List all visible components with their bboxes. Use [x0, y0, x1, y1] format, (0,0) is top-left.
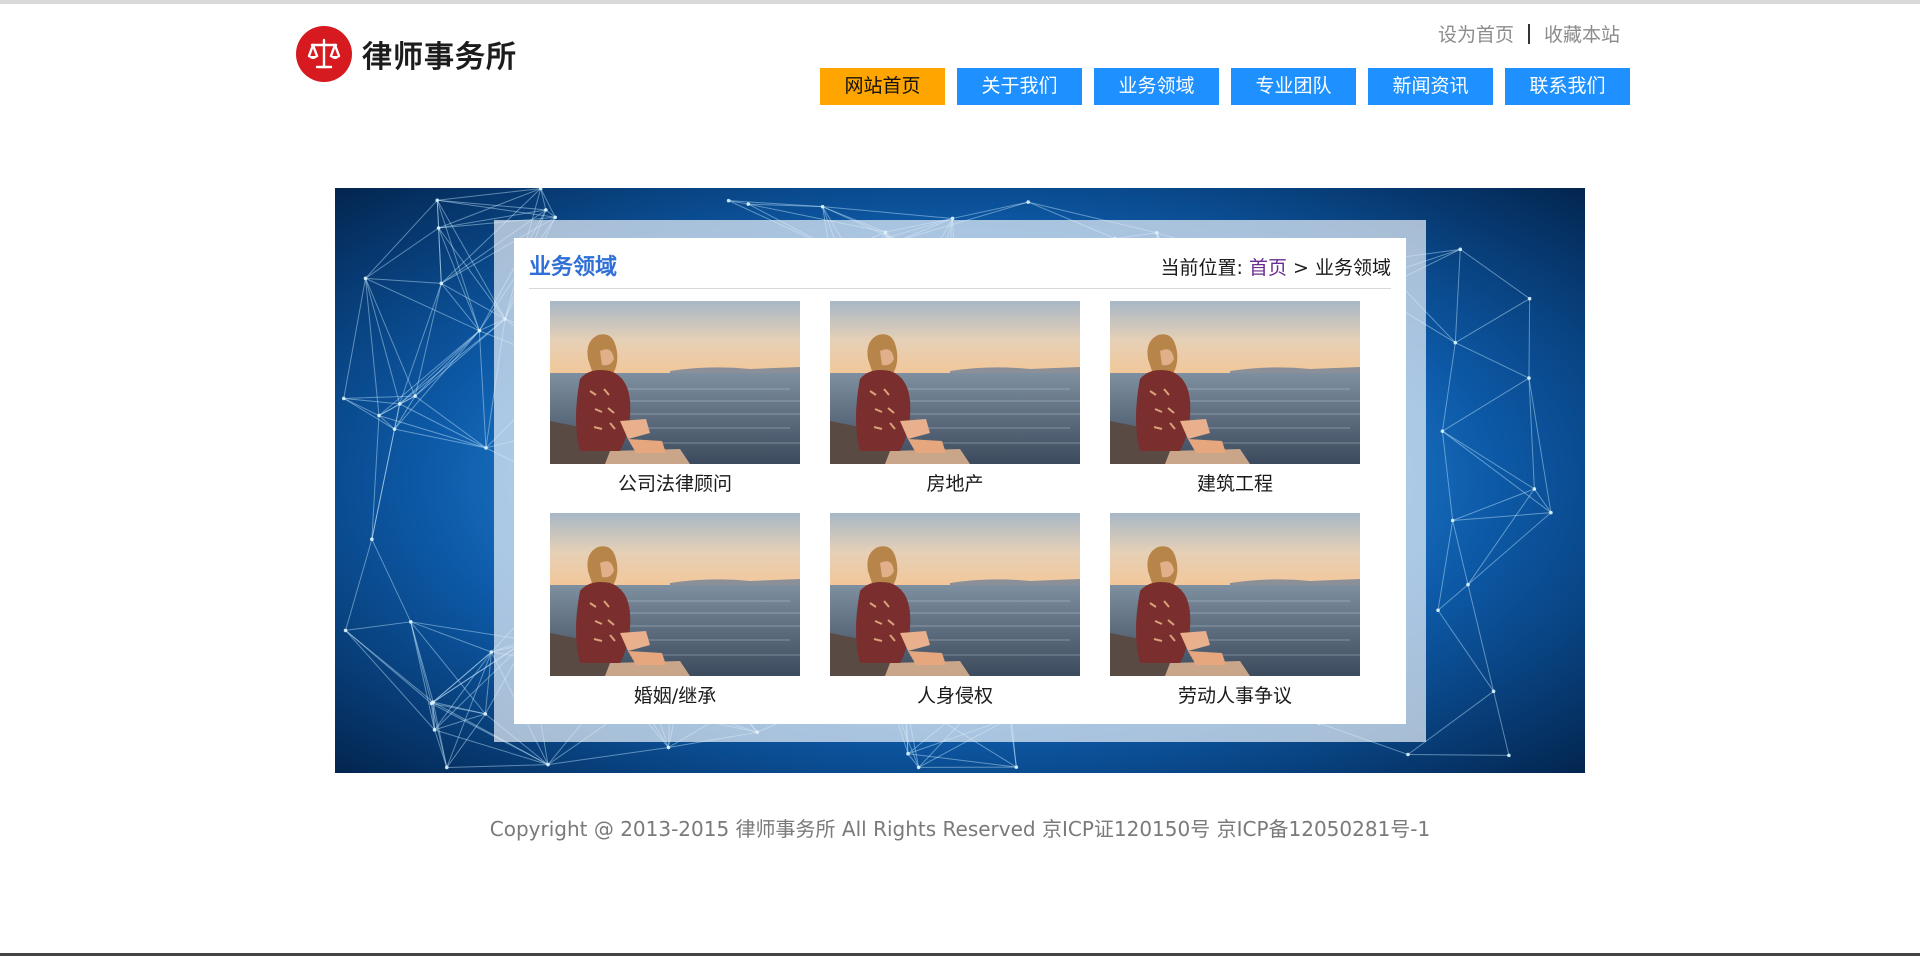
practice-area-label[interactable]: 婚姻/继承	[550, 682, 800, 710]
breadcrumb-prefix: 当前位置:	[1160, 257, 1243, 279]
content-panel: 业务领域 当前位置: 首页 > 业务领域 公司法律顾问 房地产 建筑工程 婚姻/…	[514, 238, 1406, 724]
nav-item-news[interactable]: 新闻资讯	[1368, 68, 1493, 105]
nav-item-about[interactable]: 关于我们	[957, 68, 1082, 105]
panel-header: 业务领域 当前位置: 首页 > 业务领域	[529, 250, 1391, 289]
practice-area-thumbnail[interactable]	[1110, 513, 1360, 676]
content-banner: 业务领域 当前位置: 首页 > 业务领域 公司法律顾问 房地产 建筑工程 婚姻/…	[335, 188, 1585, 773]
breadcrumb-current: 业务领域	[1314, 257, 1391, 279]
scales-of-justice-icon	[296, 26, 352, 82]
breadcrumb-home-link[interactable]: 首页	[1249, 257, 1287, 279]
nav-item-contact[interactable]: 联系我们	[1505, 68, 1630, 105]
quick-links: 设为首页 收藏本站	[1438, 20, 1620, 47]
practice-area-thumbnail[interactable]	[1110, 301, 1360, 464]
breadcrumb-separator: >	[1293, 257, 1309, 279]
bookmark-site-link[interactable]: 收藏本站	[1544, 20, 1620, 47]
main-nav: 网站首页 关于我们 业务领域 专业团队 新闻资讯 联系我们	[820, 68, 1630, 105]
practice-area-label[interactable]: 建筑工程	[1110, 470, 1360, 498]
practice-area-label[interactable]: 公司法律顾问	[550, 470, 800, 498]
set-homepage-link[interactable]: 设为首页	[1438, 20, 1514, 47]
content-panel-frame: 业务领域 当前位置: 首页 > 业务领域 公司法律顾问 房地产 建筑工程 婚姻/…	[494, 220, 1426, 742]
section-title: 业务领域	[529, 255, 618, 280]
practice-area-card[interactable]: 婚姻/继承	[550, 513, 800, 710]
practice-area-thumbnail[interactable]	[550, 301, 800, 464]
practice-area-label[interactable]: 人身侵权	[830, 682, 1080, 710]
quick-links-separator	[1527, 23, 1530, 44]
breadcrumb: 当前位置: 首页 > 业务领域	[1161, 250, 1392, 286]
site-logo[interactable]: 律师事务所	[296, 26, 517, 82]
practice-area-card[interactable]: 建筑工程	[1110, 301, 1360, 498]
nav-item-practice-areas[interactable]: 业务领域	[1094, 68, 1219, 105]
nav-item-home[interactable]: 网站首页	[820, 68, 945, 105]
practice-area-thumbnail[interactable]	[830, 301, 1080, 464]
nav-item-team[interactable]: 专业团队	[1231, 68, 1356, 105]
practice-area-card[interactable]: 公司法律顾问	[550, 301, 800, 498]
practice-area-thumbnail[interactable]	[550, 513, 800, 676]
site-name: 律师事务所	[362, 40, 517, 75]
practice-area-card[interactable]: 房地产	[830, 301, 1080, 498]
practice-area-label[interactable]: 房地产	[830, 470, 1080, 498]
footer-copyright: Copyright @ 2013-2015 律师事务所 All Rights R…	[489, 817, 1431, 841]
top-divider	[0, 0, 1920, 4]
practice-area-thumbnail[interactable]	[830, 513, 1080, 676]
practice-area-label[interactable]: 劳动人事争议	[1110, 682, 1360, 710]
practice-area-card[interactable]: 人身侵权	[830, 513, 1080, 710]
practice-area-card[interactable]: 劳动人事争议	[1110, 513, 1360, 710]
